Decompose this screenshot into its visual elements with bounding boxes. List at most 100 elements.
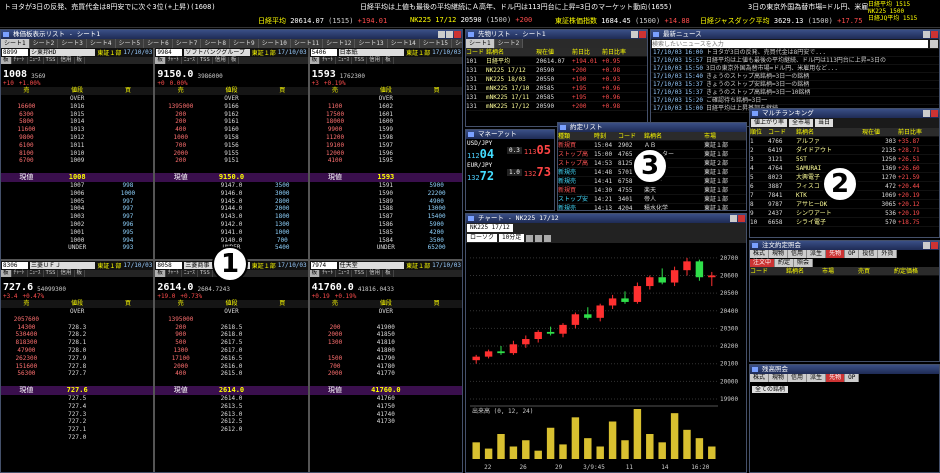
sheet-tab-6[interactable]: シート6 [144,39,173,48]
ask-row[interactable]: 2000 2616.0 [155,363,307,371]
sheet-tab-3[interactable]: シート3 [58,39,87,48]
board-code-input[interactable]: 7974 [310,262,337,269]
ask-row[interactable]: 200 9162 [155,111,307,119]
news-titlebar[interactable]: 最新ニュース [651,30,939,39]
board-tab[interactable]: TSS [198,270,213,277]
news-item[interactable]: 17/10/03 15:40 きょうのストップ高銘柄=3日一の銘柄 [651,73,939,81]
board-tab[interactable]: TSS [352,270,368,277]
ask-row[interactable]: 12000 1596 [310,150,462,158]
close-icon[interactable] [454,31,461,38]
ask-row[interactable]: 200 9161 [155,118,307,126]
bid-row[interactable]: 1001 995 [1,229,153,237]
bid-row[interactable]: 41740 [310,411,462,419]
board-code-input[interactable]: 8058 [156,262,183,269]
order-tab[interactable]: 株式 [750,250,770,258]
search-icon[interactable] [930,40,938,48]
position-titlebar[interactable]: 残高照会 [750,365,939,374]
ask-row[interactable]: 8100 1010 [1,150,153,158]
bid-row[interactable]: 1003 997 [1,213,153,221]
ask-row[interactable]: 530400 728.2 [1,331,153,339]
ask-row[interactable]: 6700 1009 [1,157,153,165]
news-search-input[interactable] [652,40,928,48]
ask-row[interactable] [310,165,462,173]
bid-row[interactable]: 1589 4900 [310,198,462,206]
order-tab[interactable]: 外貨 [878,250,898,258]
quote-row[interactable]: 131 mNK225 17/10 20585 +195 +0.96 [466,84,647,93]
bid-row[interactable]: 9145.0 2800 [155,198,307,206]
ask-row[interactable]: 1100 1602 [310,103,462,111]
ask-row[interactable]: 400 9160 [155,126,307,134]
bid-row[interactable]: 2614.0 [155,395,307,403]
ask-row[interactable] [1,378,153,386]
ask-row[interactable]: 18000 1600 [310,118,462,126]
ask-row[interactable]: 14300 728.3 [1,324,153,332]
board-tab[interactable]: 板 [75,57,86,64]
ask-row[interactable] [155,378,307,386]
bid-row[interactable]: UNDER 993 [1,244,153,252]
bid-row[interactable]: 1588 13000 [310,205,462,213]
chart-type-select[interactable]: ローソク [467,234,498,242]
ask-row[interactable]: OVER [1,308,153,316]
close-icon[interactable] [931,110,938,117]
settings-icon[interactable] [544,234,552,242]
ask-row[interactable]: 500 2617.5 [155,339,307,347]
tab-sheet2[interactable]: シート2 [494,39,524,48]
bid-row[interactable] [310,442,462,450]
bid-row[interactable]: 1004 997 [1,205,153,213]
order-subtab[interactable]: 照会 [794,259,814,267]
sheet-tab-2[interactable]: シート2 [29,39,59,48]
ask-row[interactable]: 47900 728.0 [1,347,153,355]
ask-row[interactable]: 700 41780 [310,363,462,371]
bid-row[interactable]: 1590 22200 [310,190,462,198]
board-tab[interactable]: 板 [75,270,86,277]
ask-row[interactable]: 2057600 [1,316,153,324]
board-tab[interactable]: ﾁｬｰﾄ [320,57,337,64]
ranking-row[interactable]: 3 3121 5ST 1250 +26.51 [750,155,939,164]
board-tab[interactable]: 板 [1,57,12,64]
board-tab[interactable]: ﾆｭｰｽ [182,57,198,64]
ask-row[interactable]: OVER [310,308,462,316]
news-item[interactable]: 17/10/03 15:37 きょうのストップ高銘柄=3日一10銘柄 [651,89,939,97]
bid-row[interactable] [155,450,307,458]
sheet-tab-11[interactable]: シート11 [290,39,324,48]
exec-row[interactable]: 新規売 14:13 4204 積水化学 東証１部 [558,204,746,210]
fx-bid[interactable]: 13272 [467,169,505,183]
bid-row[interactable]: UNDER 65200 [310,244,462,252]
board-tab[interactable]: 板 [155,270,166,277]
ask-row[interactable]: 900 2618.0 [155,331,307,339]
close-icon[interactable] [931,242,938,249]
bid-row[interactable] [1,442,153,450]
fx-pair-row[interactable]: USD/JPY 11204 0.3 11305 [466,139,554,161]
news-item[interactable]: 17/10/03 15:37 きょうのストップ安銘柄=3日一の銘柄 [651,81,939,89]
board-tab[interactable]: TSS [198,57,213,64]
minimize-icon[interactable] [923,31,930,38]
news-item[interactable]: 17/10/03 15:57 日経平均は上値も最後の平均継続、ドル円は113円台に上… [651,57,939,65]
position-tab[interactable]: 株式 [750,374,770,382]
bid-row[interactable]: 1585 4200 [310,229,462,237]
bid-row[interactable]: 1587 15400 [310,213,462,221]
position-tab[interactable]: 信用 [788,374,808,382]
board-tab[interactable]: 板 [155,57,166,64]
bid-row[interactable]: 1002 996 [1,221,153,229]
board-tab[interactable]: 板 [229,57,240,64]
bid-row[interactable] [1,457,153,465]
ask-row[interactable] [155,165,307,173]
bid-row[interactable]: 9147.0 3500 [155,182,307,190]
ask-row[interactable]: 2000 9155 [155,150,307,158]
fx-bid[interactable]: 11204 [467,147,505,161]
ask-row[interactable]: 6100 1011 [1,142,153,150]
price-chart[interactable]: 20700 20600 20500 20400 20300 20200 20100 20000… [466,243,746,472]
chart-symbol-select[interactable]: NK225 17/12 [467,224,513,232]
ranking-row[interactable]: 10 6658 シライ電子 570 +18.75 [750,218,939,227]
ask-row[interactable]: 17500 1601 [310,111,462,119]
ask-row[interactable]: 400 2615.0 [155,370,307,378]
bid-row[interactable] [310,426,462,434]
sheet-tab-1[interactable]: シート1 [1,39,30,48]
close-icon[interactable] [738,215,745,222]
ask-row[interactable]: 1500 41790 [310,355,462,363]
chart-period-select[interactable]: 10分足 [499,234,525,242]
bid-row[interactable]: 727.1 [1,426,153,434]
board-tab[interactable]: ﾁｬｰﾄ [12,57,28,64]
bid-row[interactable]: 2613.0 [155,411,307,419]
board-code-input[interactable]: 9984 [156,49,183,56]
